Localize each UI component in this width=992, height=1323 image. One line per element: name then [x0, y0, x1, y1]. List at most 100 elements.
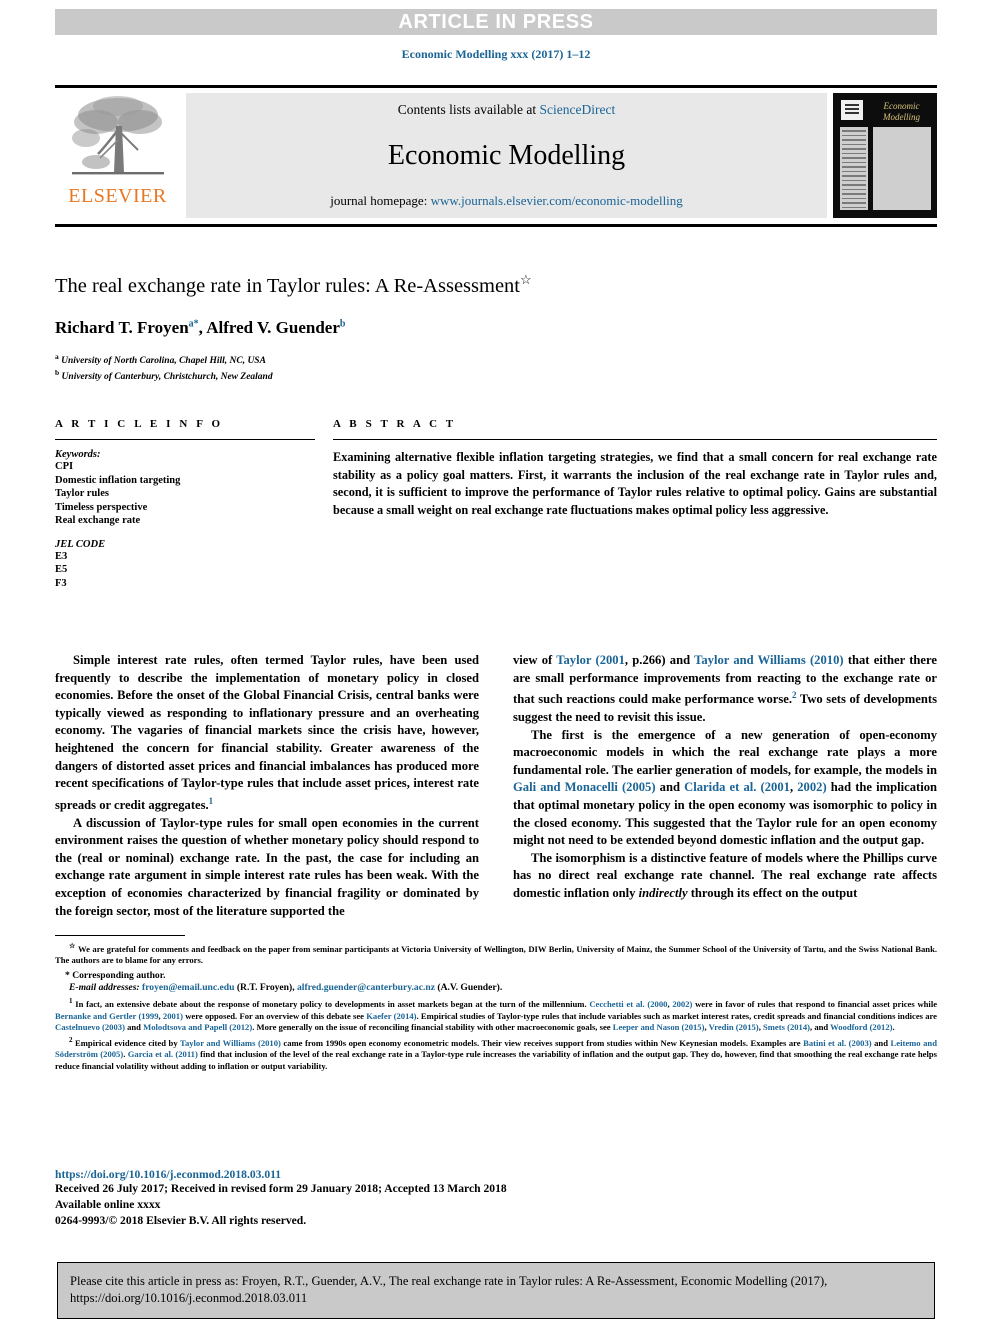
doi-dates-block: https://doi.org/10.1016/j.econmod.2018.0… [55, 1168, 755, 1229]
abstract-text: Examining alternative flexible inflation… [333, 450, 937, 517]
abstract-divider [333, 439, 937, 440]
cover-journal-title: Economic Modelling [883, 101, 920, 122]
jel-label: JEL CODE [55, 538, 106, 550]
received-dates: Received 26 July 2017; Received in revis… [55, 1182, 507, 1195]
citation-link[interactable]: Smets (2014) [763, 1022, 810, 1032]
article-in-press-label: ARTICLE IN PRESS [398, 10, 594, 33]
text-run: The first is the emergence of a new gene… [513, 727, 937, 777]
text-run: Empirical evidence cited by [75, 1037, 180, 1048]
text-run: (R.T. Froyen), [234, 982, 297, 994]
body-column-right: view of Taylor (2001, p.266) and Taylor … [513, 652, 937, 920]
email-link-froyen[interactable]: froyen@email.unc.edu [142, 982, 234, 993]
citation-link[interactable]: Leeper and Nason (2015) [613, 1022, 705, 1032]
cite-line-2: https://doi.org/10.1016/j.econmod.2018.0… [70, 1291, 308, 1305]
citation-link[interactable]: 2002) [672, 999, 692, 1009]
keyword-item: Timeless perspective [55, 501, 148, 513]
text-run: and [655, 780, 685, 795]
citation-link[interactable]: Clarida et al. (2001 [684, 780, 790, 794]
text-run: . Empirical studies of Taylor-type rules… [416, 1010, 937, 1021]
citation-link[interactable]: Gali and Monacelli (2005) [513, 780, 656, 794]
doi-link[interactable]: https://doi.org/10.1016/j.econmod.2018.0… [55, 1168, 755, 1181]
affiliation-2: b University of Canterbury, Christchurch… [55, 367, 937, 384]
journal-homepage-line: journal homepage: www.journals.elsevier.… [330, 193, 683, 209]
body-column-left: Simple interest rate rules, often termed… [55, 652, 479, 920]
footnote-email-addresses: E-mail addresses: froyen@email.unc.edu (… [69, 982, 937, 993]
cite-line-1: Please cite this article in press as: Fr… [70, 1274, 828, 1288]
body-paragraph: A discussion of Taylor-type rules for sm… [55, 815, 479, 918]
citation-link[interactable]: Cecchetti et al. (2000 [589, 999, 667, 1009]
body-paragraph: The isomorphism is a distinctive feature… [513, 850, 937, 903]
cover-blank-panel [873, 127, 931, 210]
homepage-prefix: journal homepage: [330, 193, 431, 208]
affiliation-2-text: University of Canterbury, Christchurch, … [61, 372, 273, 383]
title-footnote-marker[interactable]: ☆ [520, 272, 532, 287]
email-link-guender[interactable]: alfred.guender@canterbury.ac.nz [297, 982, 435, 993]
citation-link[interactable]: Molodtsova and Papell (2012) [143, 1022, 252, 1032]
email-label: E-mail addresses: [69, 982, 140, 994]
footnote-star-marker: ☆ [69, 942, 76, 950]
keyword-item: Taylor rules [55, 488, 109, 499]
keyword-item: CPI [55, 461, 74, 472]
citation-link[interactable]: Taylor (2001 [556, 653, 625, 667]
jel-code-item: F3 [55, 577, 67, 589]
citation-link[interactable]: Batini et al. (2003) [803, 1038, 871, 1048]
text-run: (A.V. Guender). [434, 982, 503, 994]
citation-link[interactable]: 2001) [163, 1011, 183, 1021]
text-run: In fact, an extensive debate about the r… [75, 998, 590, 1009]
body-paragraph-text: Simple interest rate rules, often termed… [55, 653, 479, 812]
copyright-line: 0264-9993/© 2018 Elsevier B.V. All right… [55, 1214, 307, 1227]
author-2-affil-marker[interactable]: b [340, 318, 346, 329]
affiliation-2-marker: b [55, 368, 60, 378]
citation-link[interactable]: Taylor and Williams (2010) [694, 653, 843, 667]
page-title: The real exchange rate in Taylor rules: … [55, 272, 937, 298]
article-info-divider [55, 439, 315, 440]
affiliation-1-marker: a [55, 351, 59, 361]
article-info-column: A R T I C L E I N F O Keywords: CPI Dome… [55, 418, 315, 590]
cite-this-article-box: Please cite this article in press as: Fr… [57, 1262, 935, 1319]
body-columns: Simple interest rate rules, often termed… [55, 652, 937, 920]
citation-link[interactable]: Garcia et al. (2011) [128, 1049, 198, 1059]
text-run: view of [513, 653, 557, 667]
text-run: came from 1990s open economy econometric… [280, 1037, 804, 1048]
available-online: Available online xxxx [55, 1198, 161, 1211]
masthead-center-panel: Contents lists available at ScienceDirec… [186, 93, 827, 218]
footnote-text: We are grateful for comments and feedbac… [55, 943, 938, 966]
footnote-ref-1[interactable]: 1 [209, 796, 214, 806]
footnote-corresponding-author: * Corresponding author. [65, 970, 166, 982]
citation-link[interactable]: Castelnuevo (2003) [55, 1022, 125, 1032]
footnotes-block: ☆ We are grateful for comments and feedb… [55, 935, 937, 1073]
article-info-heading: A R T I C L E I N F O [55, 418, 224, 430]
article-in-press-banner: ARTICLE IN PRESS [55, 9, 937, 35]
contents-prefix: Contents lists available at [397, 102, 540, 117]
citation-link[interactable]: 2002) [797, 780, 826, 794]
body-paragraph: The first is the emergence of a new gene… [513, 727, 937, 850]
footnote-1-marker: 1 [69, 997, 73, 1006]
info-abstract-row: A R T I C L E I N F O Keywords: CPI Dome… [55, 418, 937, 590]
footnote-2: 2 Empirical evidence cited by Taylor and… [55, 1035, 937, 1073]
text-run: , and [810, 1022, 831, 1033]
journal-masthead: ELSEVIER Contents lists available at Sci… [55, 85, 937, 227]
journal-running-head: Economic Modelling xxx (2017) 1–12 [401, 47, 591, 61]
citation-link[interactable]: Taylor and Williams (2010) [180, 1038, 281, 1048]
journal-cover-thumbnail: Economic Modelling [833, 93, 937, 218]
citation-link[interactable]: Kaefer (2014) [366, 1011, 416, 1021]
abstract-heading: A B S T R A C T [333, 418, 457, 430]
citation-link[interactable]: Woodford (2012) [830, 1022, 892, 1032]
journal-title: Economic Modelling [387, 139, 626, 171]
keywords-label: Keywords: [55, 449, 101, 460]
elsevier-wordmark: ELSEVIER [68, 185, 167, 207]
citation-link[interactable]: Vredin (2015) [709, 1022, 759, 1032]
text-run: . More generally on the issue of reconci… [252, 1022, 613, 1033]
text-run: were in favor of rules that respond to f… [692, 998, 938, 1009]
footnote-1: 1 In fact, an extensive debate about the… [55, 996, 937, 1034]
keyword-item: Real exchange rate [55, 515, 141, 526]
emphasis-text: indirectly [638, 885, 688, 900]
citation-link[interactable]: Bernanke and Gertler (1999 [55, 1011, 159, 1021]
text-run: . [892, 1022, 895, 1033]
text-run: were opposed. For an overview of this de… [182, 1010, 367, 1021]
journal-homepage-link[interactable]: www.journals.elsevier.com/economic-model… [431, 193, 683, 208]
sciencedirect-link[interactable]: ScienceDirect [540, 102, 616, 117]
text-run: through its effect on the output [687, 885, 858, 900]
article-first-page: ARTICLE IN PRESS Economic Modelling xxx … [0, 0, 992, 1323]
author-list: Richard T. Froyena*, Alfred V. Guenderb [55, 318, 937, 338]
